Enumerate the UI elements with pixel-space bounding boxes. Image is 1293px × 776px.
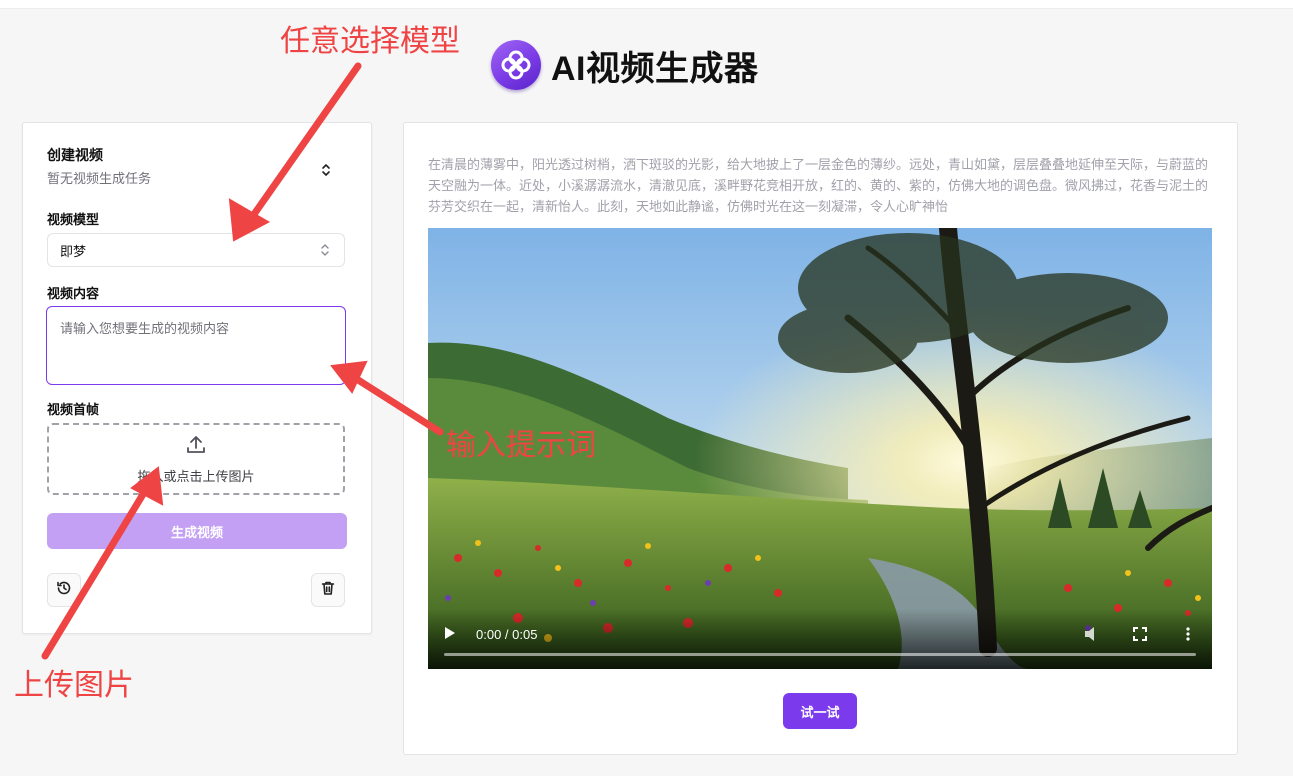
first-frame-label: 视频首帧 (47, 403, 100, 418)
more-icon[interactable] (1177, 623, 1199, 645)
trash-icon (320, 580, 336, 600)
top-bar (0, 0, 1293, 9)
content-label: 视频内容 (47, 287, 100, 302)
panel-title: 创建视频 (47, 148, 103, 164)
delete-button[interactable] (311, 573, 345, 607)
image-upload-dropzone[interactable]: 拖入或点击上传图片 (47, 423, 345, 495)
upload-text: 拖入或点击上传图片 (137, 469, 255, 485)
fullscreen-icon[interactable] (1129, 623, 1151, 645)
annotation-upload: 上传图片 (14, 668, 134, 703)
annotation-prompt: 输入提示词 (446, 428, 596, 463)
app-header: AI视频生成器 (491, 38, 759, 92)
video-progress-bar[interactable] (444, 653, 1196, 656)
try-button[interactable]: 试一试 (783, 693, 857, 729)
content-placeholder: 请输入您想要生成的视频内容 (60, 322, 230, 337)
app-logo-icon (491, 40, 541, 90)
play-icon[interactable] (444, 625, 460, 643)
video-time: 0:00 / 0:05 (476, 627, 538, 642)
task-status-text: 暂无视频生成任务 (47, 172, 152, 187)
chevron-updown-icon (320, 243, 330, 261)
create-video-panel: 创建视频 暂无视频生成任务 视频模型 即梦 视频内容 请输入您想要生成的视频内容… (22, 122, 372, 634)
history-button[interactable] (47, 573, 81, 607)
chevron-updown-icon[interactable] (317, 161, 335, 179)
model-select[interactable]: 即梦 (47, 233, 345, 267)
annotation-model: 任意选择模型 (280, 24, 460, 59)
volume-icon[interactable] (1082, 623, 1104, 645)
video-content-input[interactable]: 请输入您想要生成的视频内容 (46, 306, 346, 385)
generate-video-button[interactable]: 生成视频 (47, 513, 347, 549)
video-controls: 0:00 / 0:05 (428, 609, 1212, 669)
prompt-description: 在清晨的薄雾中，阳光透过树梢，洒下斑驳的光影，给大地披上了一层金色的薄纱。远处，… (428, 158, 1209, 215)
history-icon (56, 580, 72, 600)
model-select-value: 即梦 (60, 244, 87, 260)
model-label: 视频模型 (47, 213, 100, 228)
upload-icon (185, 434, 207, 460)
app-title: AI视频生成器 (551, 49, 759, 88)
